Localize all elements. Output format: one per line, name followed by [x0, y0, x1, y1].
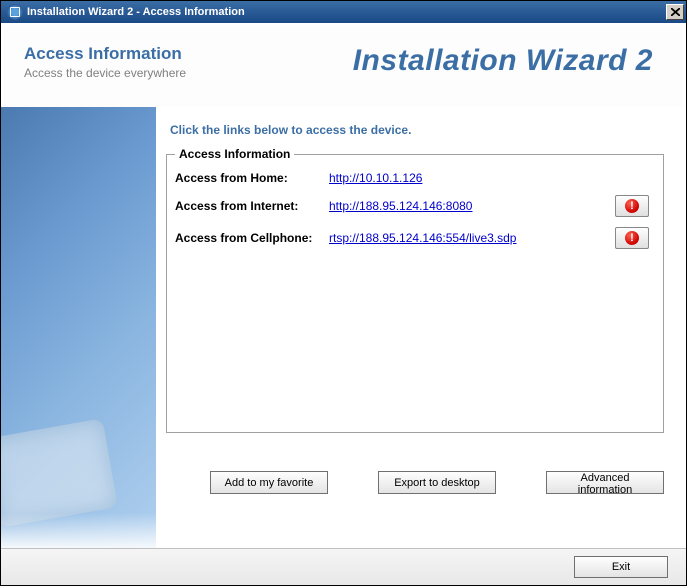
page-title: Access Information	[24, 44, 186, 64]
group-legend: Access Information	[175, 147, 294, 161]
alert-button-internet[interactable]: !	[615, 195, 649, 217]
page-subtitle: Access the device everywhere	[24, 66, 186, 80]
alert-icon: !	[625, 199, 639, 213]
header: Access Information Access the device eve…	[1, 23, 686, 107]
close-button[interactable]	[666, 4, 684, 20]
alert-icon: !	[625, 231, 639, 245]
window-title: Installation Wizard 2 - Access Informati…	[27, 6, 666, 18]
brand-title: Installation Wizard 2	[353, 34, 663, 78]
access-link-cellphone[interactable]: rtsp://188.95.124.146:554/live3.sdp	[329, 231, 611, 245]
access-label-cellphone: Access from Cellphone:	[175, 231, 325, 245]
access-link-internet[interactable]: http://188.95.124.146:8080	[329, 199, 611, 213]
app-icon	[7, 4, 23, 20]
sidebar-image	[1, 107, 156, 548]
export-desktop-button[interactable]: Export to desktop	[378, 471, 496, 494]
access-label-internet: Access from Internet:	[175, 199, 325, 213]
add-favorite-button[interactable]: Add to my favorite	[210, 471, 328, 494]
instruction-text: Click the links below to access the devi…	[166, 117, 664, 147]
footer-bar: Exit	[1, 548, 686, 585]
advanced-info-button[interactable]: Advanced information	[546, 471, 664, 494]
exit-button[interactable]: Exit	[574, 556, 668, 578]
alert-button-cellphone[interactable]: !	[615, 227, 649, 249]
access-label-home: Access from Home:	[175, 171, 325, 185]
access-link-home[interactable]: http://10.10.1.126	[329, 171, 611, 185]
access-information-group: Access Information Access from Home: htt…	[166, 147, 664, 433]
action-button-row: Add to my favorite Export to desktop Adv…	[166, 471, 664, 494]
titlebar: Installation Wizard 2 - Access Informati…	[1, 1, 686, 23]
close-icon	[671, 8, 680, 16]
